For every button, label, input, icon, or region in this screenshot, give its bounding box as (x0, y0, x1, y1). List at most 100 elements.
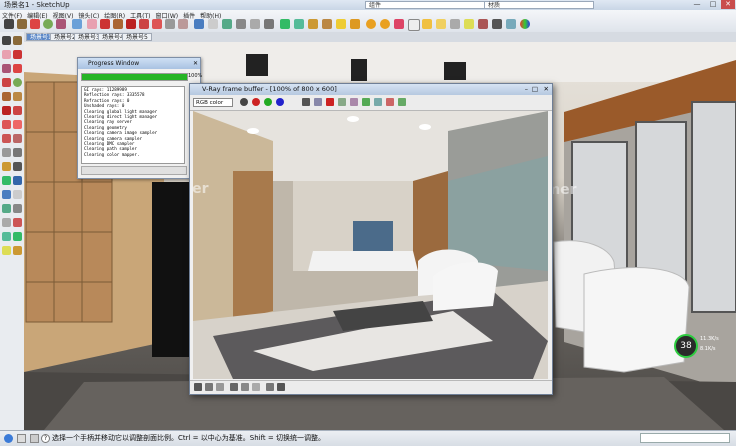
rect-icon[interactable] (2, 78, 11, 87)
get-models-icon[interactable] (336, 19, 346, 29)
log-scrollbar[interactable] (81, 166, 187, 175)
section-side-icon[interactable] (13, 246, 22, 255)
paint-bucket-icon[interactable] (100, 19, 110, 29)
pan-icon[interactable] (208, 19, 218, 29)
credits-icon[interactable] (30, 434, 39, 443)
progress-window-titlebar[interactable]: Progress Window ✕ (78, 58, 200, 69)
vray-bottom-icon-3[interactable] (216, 383, 224, 391)
zoom-extents-icon[interactable] (250, 19, 260, 29)
vray-bottom-icon-1[interactable] (194, 383, 202, 391)
material-field[interactable]: 材质 (484, 1, 594, 9)
pushpull-icon[interactable] (13, 106, 22, 115)
black-channel-icon[interactable] (240, 98, 248, 106)
previous-side-icon[interactable] (13, 218, 22, 227)
select-icon[interactable] (2, 36, 11, 45)
save-image-icon[interactable] (302, 98, 310, 106)
tape-icon[interactable] (2, 148, 11, 157)
zoom-side-icon[interactable] (2, 204, 11, 213)
zoom-window-side-icon[interactable] (13, 204, 22, 213)
close-button[interactable]: ✕ (721, 0, 735, 9)
color-wheel-icon[interactable] (520, 19, 530, 29)
follow-me-icon[interactable] (152, 19, 162, 29)
vray-bottom-icon-8[interactable] (277, 383, 285, 391)
vray-light-icon[interactable] (422, 19, 432, 29)
offset-tool-icon[interactable] (178, 19, 188, 29)
position-camera-icon[interactable] (2, 232, 11, 241)
vray-bottom-icon-2[interactable] (205, 383, 213, 391)
orbit-icon[interactable] (194, 19, 204, 29)
pan-side-icon[interactable] (13, 190, 22, 199)
history-icon[interactable] (362, 98, 370, 106)
move-tool-icon[interactable] (126, 19, 136, 29)
vray-framebuffer-icon[interactable] (408, 19, 420, 31)
previous-view-icon[interactable] (264, 19, 274, 29)
vray-close-icon[interactable]: ✕ (544, 84, 549, 95)
component-field[interactable]: 组件 (365, 1, 485, 9)
dimension-icon[interactable] (13, 148, 22, 157)
region-render-icon[interactable] (350, 98, 358, 106)
vray-ies-icon[interactable] (464, 19, 474, 29)
rotate-tool-icon[interactable] (139, 19, 149, 29)
scale-tool-icon[interactable] (165, 19, 175, 29)
minimize-button[interactable]: — (690, 0, 704, 9)
scene-tab-5[interactable]: 场景号5 (122, 33, 152, 41)
orbit-side-icon[interactable] (2, 190, 11, 199)
arc-icon[interactable] (13, 64, 22, 73)
3dtext-icon[interactable] (13, 176, 22, 185)
walk-icon[interactable] (280, 19, 290, 29)
protractor-icon[interactable] (2, 162, 11, 171)
vray-bottom-icon-4[interactable] (230, 383, 238, 391)
clear-image-icon[interactable] (326, 98, 334, 106)
line-icon[interactable] (2, 64, 11, 73)
duplicate-icon[interactable] (338, 98, 346, 106)
arc-tool-icon[interactable] (56, 19, 66, 29)
zoom-extents-side-icon[interactable] (2, 218, 11, 227)
vray-bottom-icon-6[interactable] (252, 383, 260, 391)
vray-dome-icon[interactable] (478, 19, 488, 29)
paint-icon[interactable] (13, 50, 22, 59)
vray-minimize-icon[interactable]: – (525, 84, 528, 95)
vray-bottom-icon-7[interactable] (266, 383, 274, 391)
help-icon[interactable]: ? (41, 434, 50, 443)
section-cut-icon[interactable] (322, 19, 332, 29)
vray-options-icon[interactable] (380, 19, 390, 29)
save-all-icon[interactable] (314, 98, 322, 106)
zoom-icon[interactable] (222, 19, 232, 29)
text-icon[interactable] (13, 162, 22, 171)
walk-side-icon[interactable] (13, 232, 22, 241)
info-icon[interactable] (4, 434, 13, 443)
scale-icon[interactable] (2, 134, 11, 143)
circle-icon[interactable] (13, 78, 22, 87)
vray-window-titlebar[interactable]: V-Ray frame buffer - [100% of 800 x 600]… (190, 84, 552, 95)
axes-icon[interactable] (2, 176, 11, 185)
push-pull-icon[interactable] (113, 19, 123, 29)
zoom-window-icon[interactable] (236, 19, 246, 29)
pencil-tool-icon[interactable] (17, 19, 27, 29)
look-around-side-icon[interactable] (2, 246, 11, 255)
progress-log[interactable]: GI rays: 11289989 Reflection rays: 33355… (81, 86, 185, 164)
maximize-button[interactable]: □ (706, 0, 720, 9)
freehand-icon[interactable] (13, 92, 22, 101)
look-around-icon[interactable] (294, 19, 304, 29)
make-component-icon[interactable] (13, 36, 22, 45)
rectangle-tool-icon[interactable] (30, 19, 40, 29)
followme-icon[interactable] (13, 120, 22, 129)
render-icon[interactable] (386, 98, 394, 106)
eraser-icon[interactable] (2, 50, 11, 59)
vray-proxy-icon[interactable] (492, 19, 502, 29)
polygon-tool-icon[interactable] (72, 19, 82, 29)
vray-material-icon[interactable] (394, 19, 404, 29)
progress-close-icon[interactable]: ✕ (193, 58, 198, 69)
measurements-box[interactable] (640, 433, 730, 443)
vray-render-icon[interactable] (366, 19, 376, 29)
vray-frame-buffer-window[interactable]: V-Ray frame buffer - [100% of 800 x 600]… (189, 83, 553, 395)
vray-spot-icon[interactable] (450, 19, 460, 29)
green-channel-icon[interactable] (264, 98, 272, 106)
offset-icon[interactable] (13, 134, 22, 143)
compare-icon[interactable] (374, 98, 382, 106)
polygon-icon[interactable] (2, 92, 11, 101)
stop-icon[interactable] (398, 98, 406, 106)
channel-select[interactable]: RGB color (193, 98, 233, 107)
vray-bottom-icon-5[interactable] (241, 383, 249, 391)
progress-window[interactable]: Progress Window ✕ 100% GI rays: 11289989… (77, 57, 202, 179)
